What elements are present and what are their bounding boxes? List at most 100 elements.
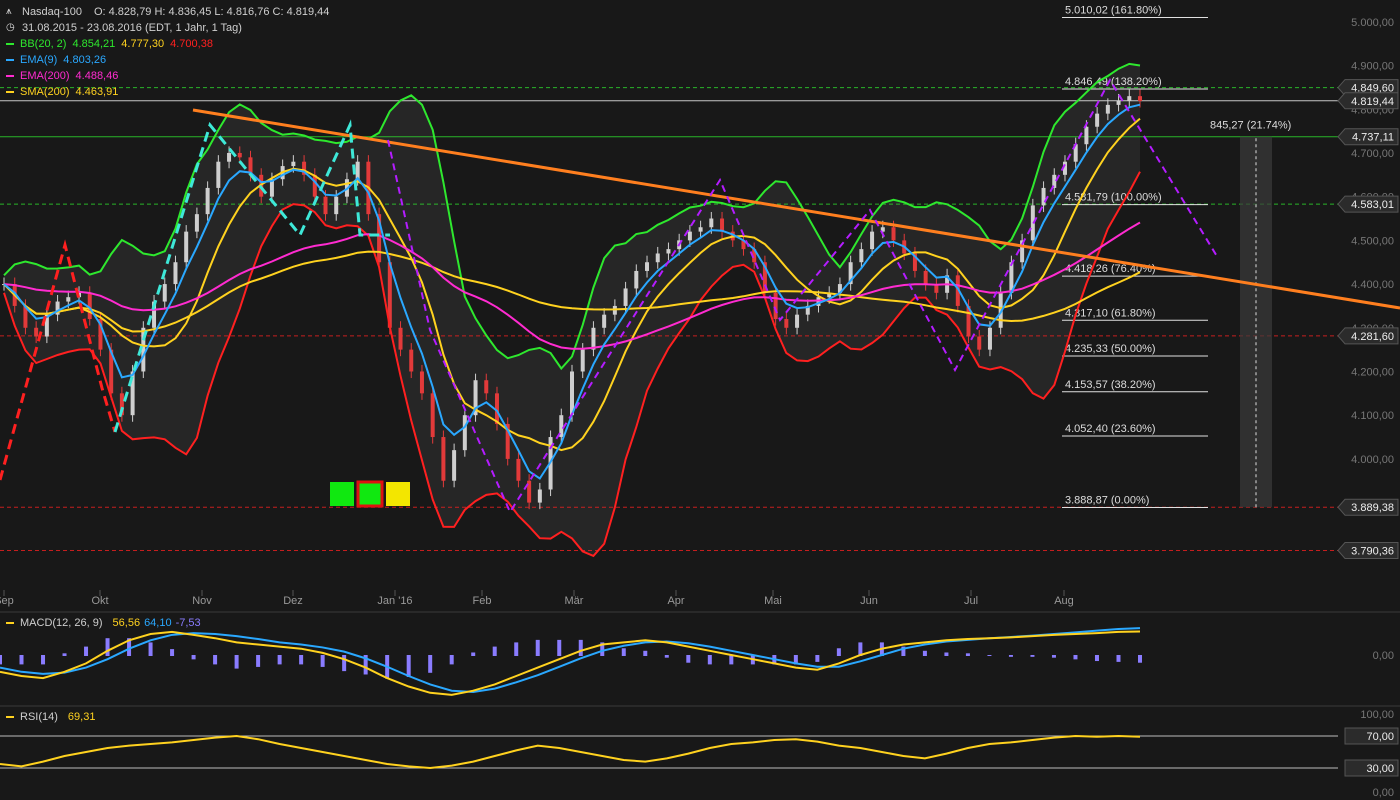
- y-tick-label: 4.700,00: [1351, 148, 1394, 160]
- candle-body: [666, 249, 671, 254]
- candle-body: [409, 349, 414, 372]
- legend-row-1[interactable]: EMA(9) 4.803,26: [6, 52, 329, 68]
- x-tick-label: Nov: [192, 595, 212, 607]
- candle-body: [430, 393, 435, 438]
- x-tick-label: Apr: [667, 595, 684, 607]
- candle-body: [205, 187, 210, 215]
- macd-histogram-bar: [535, 639, 540, 656]
- x-tick-label: Jan '16: [377, 595, 412, 607]
- symbol-name: Nasdaq-100: [22, 6, 82, 18]
- candle-body: [580, 349, 585, 372]
- x-tick-label: Mär: [565, 595, 584, 607]
- rsi-legend: RSI(14) 69,31: [6, 711, 95, 723]
- macd-histogram-bar: [922, 650, 927, 656]
- indicator-value: -7,53: [175, 617, 201, 629]
- macd-histogram-bar: [1073, 655, 1078, 660]
- candle-body: [173, 262, 178, 285]
- macd-histogram-bar: [406, 655, 411, 677]
- macd-histogram-bar: [105, 638, 110, 656]
- macd-histogram-bar: [1008, 655, 1013, 657]
- candle-body: [602, 314, 607, 328]
- macd-histogram-bar: [729, 655, 734, 665]
- candle-body: [419, 371, 424, 394]
- candle-body: [1084, 126, 1089, 145]
- candle-body: [655, 253, 660, 263]
- legend-label: SMA(200): [20, 86, 70, 98]
- candle-body: [923, 270, 928, 285]
- candle-body: [1127, 96, 1132, 101]
- candle-body: [537, 489, 542, 503]
- macd-histogram-bar: [428, 655, 433, 673]
- candle-body: [452, 450, 457, 481]
- candle-body: [977, 336, 982, 350]
- macd-histogram-bar: [514, 642, 519, 656]
- candle-body: [859, 249, 864, 263]
- chart-workspace: 5.000,004.900,004.800,004.700,004.600,00…: [0, 0, 1400, 800]
- macd-histogram-bar: [965, 653, 970, 656]
- chart-canvas[interactable]: 5.000,004.900,004.800,004.700,004.600,00…: [0, 0, 1400, 800]
- macd-histogram-bar: [148, 642, 153, 656]
- rsi-axis-label: 100,00: [1360, 709, 1394, 721]
- macd-histogram-bar: [1116, 655, 1121, 662]
- legend-label: BB(20, 2): [20, 38, 67, 50]
- candle-body: [227, 152, 232, 162]
- candle-body: [516, 458, 521, 481]
- period-label: 31.08.2015 - 23.08.2016 (EDT, 1 Jahr, 1 …: [22, 22, 242, 34]
- legend-row-2[interactable]: EMA(200) 4.488,46: [6, 68, 329, 84]
- legend-value: 4.803,26: [63, 54, 107, 66]
- macd-histogram-bar: [836, 648, 841, 656]
- macd-histogram-bar: [643, 650, 648, 656]
- price-marker-label: 4.737,11: [1352, 132, 1394, 144]
- candle-body: [1095, 113, 1100, 127]
- macd-histogram-bar: [944, 652, 949, 656]
- candle-body: [194, 214, 199, 232]
- x-tick-label: Sep: [0, 595, 14, 607]
- macd-histogram-bar: [492, 646, 497, 656]
- fib-level-label: 4.235,33 (50.00%): [1065, 343, 1156, 355]
- rsi-line: [0, 734, 1141, 770]
- macd-swatch: [6, 622, 14, 624]
- fib-level-label: 3.888,87 (0.00%): [1065, 494, 1149, 506]
- candle-body: [698, 227, 703, 232]
- macd-histogram-bar: [1030, 655, 1035, 657]
- legend-value: 4.488,46: [75, 70, 119, 82]
- macd-legend: MACD(12, 26, 9) 56,56 64,10 -7,53: [6, 617, 201, 629]
- y-tick-label: 4.500,00: [1351, 235, 1394, 247]
- price-marker-label: 4.819,44: [1351, 96, 1394, 108]
- macd-histogram-bar: [234, 655, 239, 669]
- status-square: [356, 480, 384, 508]
- candle-body: [634, 270, 639, 289]
- candle-body: [216, 161, 221, 188]
- macd-histogram-bar: [191, 655, 196, 660]
- candle-body: [484, 380, 489, 394]
- macd-histogram-bar: [170, 649, 175, 656]
- y-tick-label: 4.200,00: [1351, 366, 1394, 378]
- legend-row-3[interactable]: SMA(200) 4.463,91: [6, 84, 329, 100]
- candle-body: [891, 227, 896, 241]
- macd-histogram-bar: [1094, 655, 1099, 662]
- legend-swatch: [6, 75, 14, 77]
- macd-histogram-bar: [213, 655, 218, 665]
- chart-type-icon: ⩚: [6, 6, 12, 17]
- macd-histogram-bar: [815, 655, 820, 662]
- indicator-value: 69,31: [67, 711, 96, 723]
- candle-body: [687, 231, 692, 241]
- legend-label: EMA(200): [20, 70, 70, 82]
- candle-body: [162, 284, 167, 302]
- candle-body: [987, 327, 992, 350]
- legend-row-0[interactable]: BB(20, 2) 4.854,21 4.777,30 4.700,38: [6, 36, 329, 52]
- candle-body: [441, 437, 446, 481]
- candle-body: [1116, 100, 1121, 105]
- macd-histogram-bar: [256, 655, 261, 667]
- main-legend: ⩚ Nasdaq-100 O: 4.828,79 H: 4.836,45 L: …: [6, 4, 329, 100]
- indicator-value: 64,10: [144, 617, 172, 629]
- range-label: 845,27 (21.74%): [1210, 120, 1291, 132]
- candle-body: [1138, 96, 1142, 101]
- fib-level-label: 5.010,02 (161.80%): [1065, 4, 1162, 16]
- x-tick-label: Okt: [91, 595, 108, 607]
- candle-body: [773, 292, 778, 320]
- macd-histogram-bar: [19, 655, 24, 665]
- candle-body: [784, 319, 789, 328]
- candle-body: [1041, 187, 1046, 206]
- candle-body: [323, 196, 328, 215]
